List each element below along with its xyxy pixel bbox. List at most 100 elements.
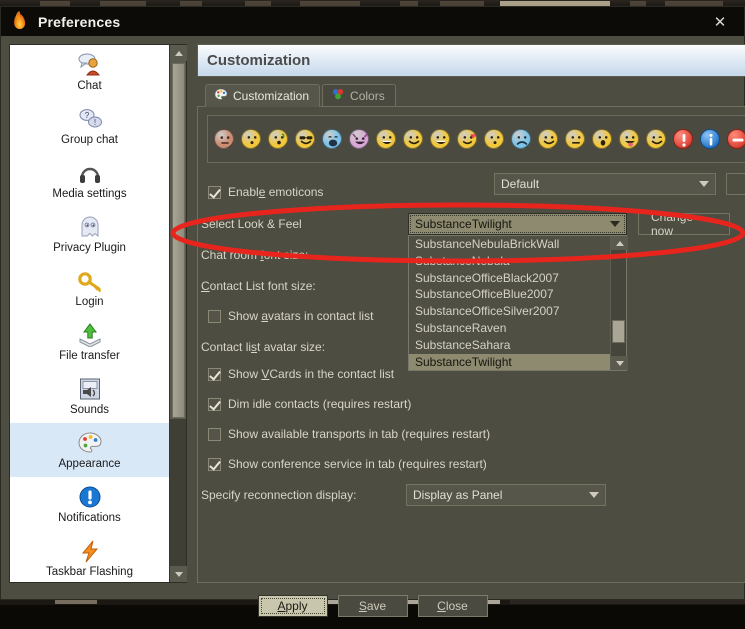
sidebar-item-media-settings[interactable]: Media settings: [10, 153, 169, 207]
look-and-feel-dropdown-list[interactable]: SubstanceNebulaBrickWallSubstanceNebulaS…: [408, 235, 627, 371]
look-and-feel-select[interactable]: SubstanceTwilight: [408, 213, 627, 235]
tab-customization[interactable]: Customization: [205, 84, 320, 107]
window-body: Chat ? ! Group chat: [1, 36, 744, 583]
contact-list-font-size-label: Contact List font size:: [201, 279, 316, 293]
paint-palette-icon: [77, 428, 103, 455]
sidebar-item-label: Notifications: [58, 512, 121, 524]
show-transports-checkbox[interactable]: [208, 428, 221, 441]
emoticon-preview-box: [207, 115, 745, 163]
minus-icon-icon[interactable]: [727, 129, 745, 149]
plain-face-icon[interactable]: [484, 129, 504, 149]
sad-blue-face-icon[interactable]: [511, 129, 531, 149]
close-button[interactable]: Close: [418, 595, 488, 617]
chevron-down-icon[interactable]: [170, 566, 187, 582]
neutral-face-icon[interactable]: [241, 129, 261, 149]
tongue-out-face-icon[interactable]: [619, 129, 639, 149]
dropdown-option[interactable]: SubstanceNebula: [409, 253, 610, 270]
key-icon: [77, 266, 103, 293]
scrollbar-thumb[interactable]: [172, 63, 185, 418]
surprised-face-icon[interactable]: [592, 129, 612, 149]
sidebar-item-label: Privacy Plugin: [53, 242, 126, 254]
change-now-button[interactable]: Change now: [638, 213, 730, 235]
shocked-blue-face-icon[interactable]: [322, 129, 342, 149]
sidebar-item-label: Group chat: [61, 134, 118, 146]
sidebar-item-group-chat[interactable]: ? ! Group chat: [10, 99, 169, 153]
close-icon[interactable]: ✕: [710, 12, 730, 32]
show-conference-row[interactable]: Show conference service in tab (requires…: [208, 457, 487, 471]
sidebar-item-label: Login: [75, 296, 103, 308]
show-transports-label: Show available transports in tab (requir…: [228, 427, 490, 441]
info-icon-icon[interactable]: [700, 129, 720, 149]
sidebar-item-login[interactable]: Login: [10, 261, 169, 315]
alert-exclamation-icon-icon[interactable]: [673, 129, 693, 149]
smile-face-icon[interactable]: [403, 129, 423, 149]
page-title: Customization: [207, 52, 310, 69]
devil-face-icon[interactable]: [349, 129, 369, 149]
dropdown-option[interactable]: SubstanceTwilight: [409, 354, 610, 371]
scrollbar-track[interactable]: [170, 419, 186, 566]
sidebar-item-taskbar-flashing[interactable]: Taskbar Flashing: [10, 531, 169, 582]
show-conference-checkbox[interactable]: [208, 458, 221, 471]
sidebar-item-label: File transfer: [59, 350, 120, 362]
chevron-up-icon[interactable]: [611, 236, 628, 250]
sidebar-scrollbar[interactable]: [169, 45, 186, 582]
laugh-face-icon[interactable]: [430, 129, 450, 149]
dropdown-option[interactable]: SubstanceNebulaBrickWall: [409, 236, 610, 253]
dropdown-option[interactable]: SubstanceOfficeBlue2007: [409, 286, 610, 303]
blue-exclamation-icon: [78, 482, 102, 509]
tab-colors[interactable]: Colors: [322, 84, 396, 107]
sidebar-item-label: Taskbar Flashing: [46, 566, 133, 578]
flame-icon: [11, 13, 28, 30]
scrollbar-thumb[interactable]: [612, 320, 625, 343]
sidebar-list: Chat ? ! Group chat: [10, 45, 169, 582]
show-avatars-checkbox[interactable]: [208, 310, 221, 323]
sidebar-item-privacy-plugin[interactable]: Privacy Plugin: [10, 207, 169, 261]
whistle-face-icon[interactable]: [268, 129, 288, 149]
chevron-down-icon: [589, 492, 599, 498]
change-now-label: Change now: [651, 210, 717, 238]
contact-list-avatar-size-label: Contact list avatar size:: [201, 340, 325, 354]
focus-ring: [410, 215, 625, 233]
big-grin-face-icon[interactable]: [376, 129, 396, 149]
speaker-document-icon: [78, 374, 102, 401]
apply-button[interactable]: Apply: [258, 595, 328, 617]
settings-block: Enable emoticons Select Look & Feel Subs…: [198, 185, 745, 582]
enable-emoticons-checkbox[interactable]: [208, 186, 221, 199]
dropdown-option[interactable]: SubstanceOfficeSilver2007: [409, 303, 610, 320]
chat-bubbles-person-icon: [77, 50, 103, 77]
svg-text:?: ?: [84, 111, 89, 120]
wink-face-icon[interactable]: [646, 129, 666, 149]
preferences-window: Preferences ✕ Chat: [0, 6, 745, 600]
sidebar-item-file-transfer[interactable]: File transfer: [10, 315, 169, 369]
show-vcards-checkbox[interactable]: [208, 368, 221, 381]
dim-idle-contacts-row[interactable]: Dim idle contacts (requires restart): [208, 397, 411, 411]
close-button-label: Close: [437, 599, 468, 613]
dropdown-option[interactable]: SubstanceSahara: [409, 337, 610, 354]
paint-palette-icon: [214, 88, 228, 104]
dim-idle-contacts-label: Dim idle contacts (requires restart): [228, 397, 411, 411]
sidebar-item-sounds[interactable]: Sounds: [10, 369, 169, 423]
kiss-heart-face-icon[interactable]: [457, 129, 477, 149]
blush-face-icon[interactable]: [214, 129, 234, 149]
show-vcards-row[interactable]: Show VCards in the contact list: [208, 367, 394, 381]
sidebar-item-appearance[interactable]: Appearance: [10, 423, 169, 477]
reconnection-display-select[interactable]: Display as Panel: [406, 484, 606, 506]
dropdown-scrollbar[interactable]: [610, 236, 626, 370]
dropdown-option[interactable]: SubstanceOfficeBlack2007: [409, 270, 610, 287]
happy-face-icon[interactable]: [538, 129, 558, 149]
chevron-up-icon[interactable]: [170, 45, 187, 61]
sidebar-item-chat[interactable]: Chat: [10, 45, 169, 99]
show-avatars-row[interactable]: Show avatars in contact list: [208, 309, 373, 323]
save-button[interactable]: Save: [338, 595, 408, 617]
sidebar-item-notifications[interactable]: Notifications: [10, 477, 169, 531]
show-transports-row[interactable]: Show available transports in tab (requir…: [208, 427, 490, 441]
straight-face-icon[interactable]: [565, 129, 585, 149]
cool-sunglasses-face-icon[interactable]: [295, 129, 315, 149]
dim-idle-contacts-checkbox[interactable]: [208, 398, 221, 411]
apply-button-label: Apply: [277, 599, 307, 613]
dropdown-option[interactable]: SubstanceRaven: [409, 320, 610, 337]
reconnection-display-label: Specify reconnection display:: [201, 488, 356, 502]
customization-tabpanel: Default Add Enable emoticons Sele: [197, 106, 745, 583]
enable-emoticons-row[interactable]: Enable emoticons: [208, 185, 323, 199]
chevron-down-icon[interactable]: [611, 356, 628, 370]
